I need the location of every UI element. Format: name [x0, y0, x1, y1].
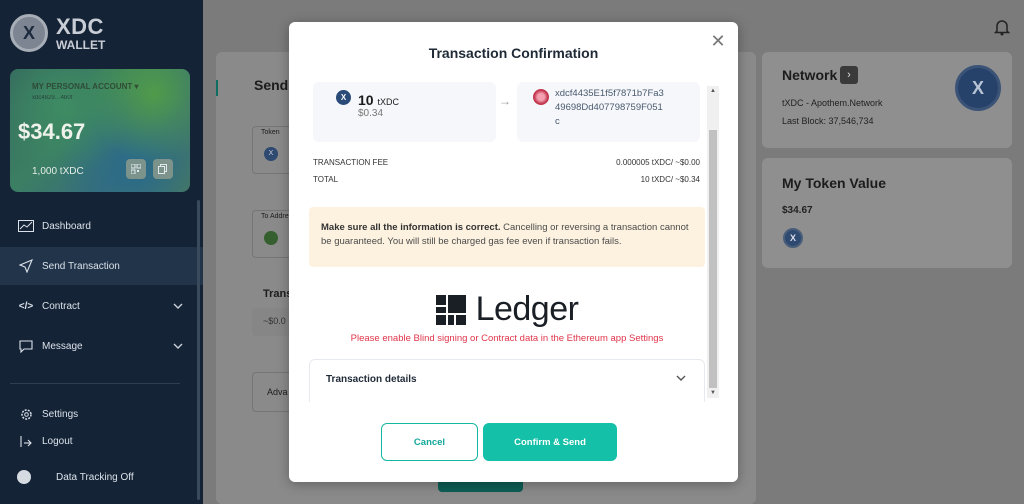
modal-title: Transaction Confirmation — [428, 45, 599, 61]
sidebar-item-label: Data Tracking Off — [56, 471, 134, 483]
token-value-amount: $34.67 — [782, 205, 813, 216]
chevron-down-icon — [676, 372, 686, 384]
xdc-token-coin-icon: X — [783, 228, 803, 248]
chevron-right-icon: › — [847, 69, 851, 81]
transaction-details-accordion[interactable]: Transaction details — [309, 359, 705, 402]
ledger-wordmark: Ledger — [475, 290, 579, 328]
warning-bold: Make sure all the information is correct… — [321, 222, 501, 233]
xdc-network-coin-icon: X — [955, 65, 1001, 111]
toggle-icon — [17, 470, 31, 484]
code-icon: </> — [18, 300, 34, 312]
network-name: tXDC - Apothem.Network — [782, 98, 883, 108]
scroll-down-icon[interactable]: ▼ — [709, 389, 717, 397]
warning-banner: Make sure all the information is correct… — [309, 207, 705, 267]
network-title: Network — [782, 67, 838, 83]
sidebar-scrollbar[interactable] — [197, 200, 200, 500]
cancel-button[interactable]: Cancel — [381, 423, 478, 461]
fee-row: TRANSACTION FEE 0.000005 tXDC/ ~$0.00 — [313, 158, 700, 167]
from-amount-unit: tXDC — [377, 97, 399, 107]
token-coin-icon: X — [264, 147, 278, 161]
from-amount-box: X 10 tXDC $0.34 — [313, 82, 496, 142]
xdc-coin-icon: X — [10, 14, 48, 52]
amount-usd: ~$0.0 — [263, 316, 286, 326]
logout-icon — [18, 434, 34, 448]
recipient-avatar-icon — [533, 89, 549, 105]
chevron-down-icon — [173, 300, 183, 312]
gear-icon — [18, 407, 34, 421]
brand-sub: WALLET — [56, 37, 106, 52]
token-value-panel: My Token Value $34.67 X — [762, 158, 1012, 268]
sidebar-item-label: Logout — [42, 435, 73, 447]
scroll-up-icon[interactable]: ▲ — [709, 87, 717, 95]
sidebar-item-label: Contract — [42, 300, 80, 312]
account-address: xdc4829…4b0f — [32, 95, 73, 101]
sidebar-item-label: Message — [42, 340, 83, 352]
data-tracking-toggle[interactable]: Data Tracking Off — [0, 458, 203, 496]
sidebar: X XDC WALLET MY PERSONAL ACCOUNT ▾ xdc48… — [0, 0, 203, 504]
chevron-down-icon — [173, 340, 183, 352]
ledger-error-message: Please enable Blind signing or Contract … — [350, 333, 664, 344]
sidebar-item-label: Send Transaction — [42, 260, 120, 272]
divider — [10, 383, 180, 384]
sidebar-item-dashboard[interactable]: Dashboard — [0, 207, 203, 245]
to-address-box: xdcf4435E1f5f7871b7Fa349698Dd407798759F0… — [517, 82, 700, 142]
ledger-icon — [435, 294, 466, 325]
copy-icon — [158, 164, 167, 174]
modal-scroll-area[interactable]: X 10 tXDC $0.34 → xdcf4435E1f5f7871b7Fa3… — [307, 82, 718, 402]
advanced-label: Adva — [267, 387, 288, 397]
sidebar-item-label: Dashboard — [42, 220, 91, 232]
copy-address-button[interactable] — [153, 159, 173, 179]
account-selector[interactable]: MY PERSONAL ACCOUNT ▾ — [32, 82, 139, 91]
from-amount-value: 10 — [358, 92, 374, 108]
arrow-right-icon: → — [499, 94, 511, 108]
sidebar-item-logout[interactable]: Logout — [0, 422, 203, 460]
sidebar-item-message[interactable]: Message — [0, 327, 203, 365]
token-label: Token — [261, 129, 280, 136]
from-amount: 10 tXDC — [358, 92, 399, 108]
qr-code-icon — [131, 164, 141, 174]
total-label: TOTAL — [313, 175, 339, 184]
account-name: MY PERSONAL ACCOUNT — [32, 82, 133, 91]
address-avatar-icon — [264, 231, 278, 245]
send-title: Send — [254, 77, 289, 93]
bell-icon[interactable] — [993, 18, 1011, 36]
close-icon[interactable]: ✕ — [709, 32, 727, 50]
account-card[interactable]: MY PERSONAL ACCOUNT ▾ xdc4829…4b0f $34.6… — [10, 69, 190, 192]
total-row: TOTAL 10 tXDC/ ~$0.34 — [313, 175, 700, 184]
total-value: 10 tXDC/ ~$0.34 — [640, 175, 700, 184]
brand-logo[interactable]: X XDC WALLET — [10, 14, 105, 52]
network-arrow-button[interactable]: › — [840, 66, 858, 84]
brand-name: XDC — [56, 13, 104, 39]
network-panel: Network › tXDC - Apothem.Network Last Bl… — [762, 52, 1012, 148]
chart-line-icon — [18, 219, 34, 233]
ledger-logo: Ledger — [307, 290, 707, 329]
transaction-confirmation-modal: Transaction Confirmation ✕ X 10 tXDC $0.… — [289, 22, 738, 482]
modal-scrollbar[interactable]: ▲ ▼ — [707, 86, 719, 398]
sidebar-item-label: Settings — [42, 408, 79, 420]
network-last-block: Last Block: 37,546,734 — [782, 116, 874, 126]
fee-label: TRANSACTION FEE — [313, 158, 389, 167]
qr-code-button[interactable] — [126, 159, 146, 179]
message-icon — [18, 339, 34, 353]
txdc-coin-icon: X — [336, 90, 351, 105]
caret-down-icon: ▾ — [134, 82, 139, 91]
confirm-send-button[interactable]: Confirm & Send — [483, 423, 617, 461]
account-tokens: 1,000 tXDC — [32, 166, 84, 177]
transaction-details-label: Transaction details — [326, 374, 417, 385]
account-balance: $34.67 — [18, 119, 86, 144]
amount-label: Trans — [263, 288, 293, 300]
from-amount-usd: $0.34 — [358, 108, 384, 119]
scrollbar-thumb[interactable] — [709, 130, 717, 388]
fee-value: 0.000005 tXDC/ ~$0.00 — [616, 158, 700, 167]
to-address: xdcf4435E1f5f7871b7Fa349698Dd407798759F0… — [555, 88, 664, 127]
token-value-title: My Token Value — [782, 175, 886, 191]
sidebar-item-contract[interactable]: </> Contract — [0, 287, 203, 325]
sidebar-item-send-transaction[interactable]: Send Transaction — [0, 247, 203, 285]
title-accent — [216, 80, 218, 96]
paper-plane-icon — [18, 259, 34, 273]
